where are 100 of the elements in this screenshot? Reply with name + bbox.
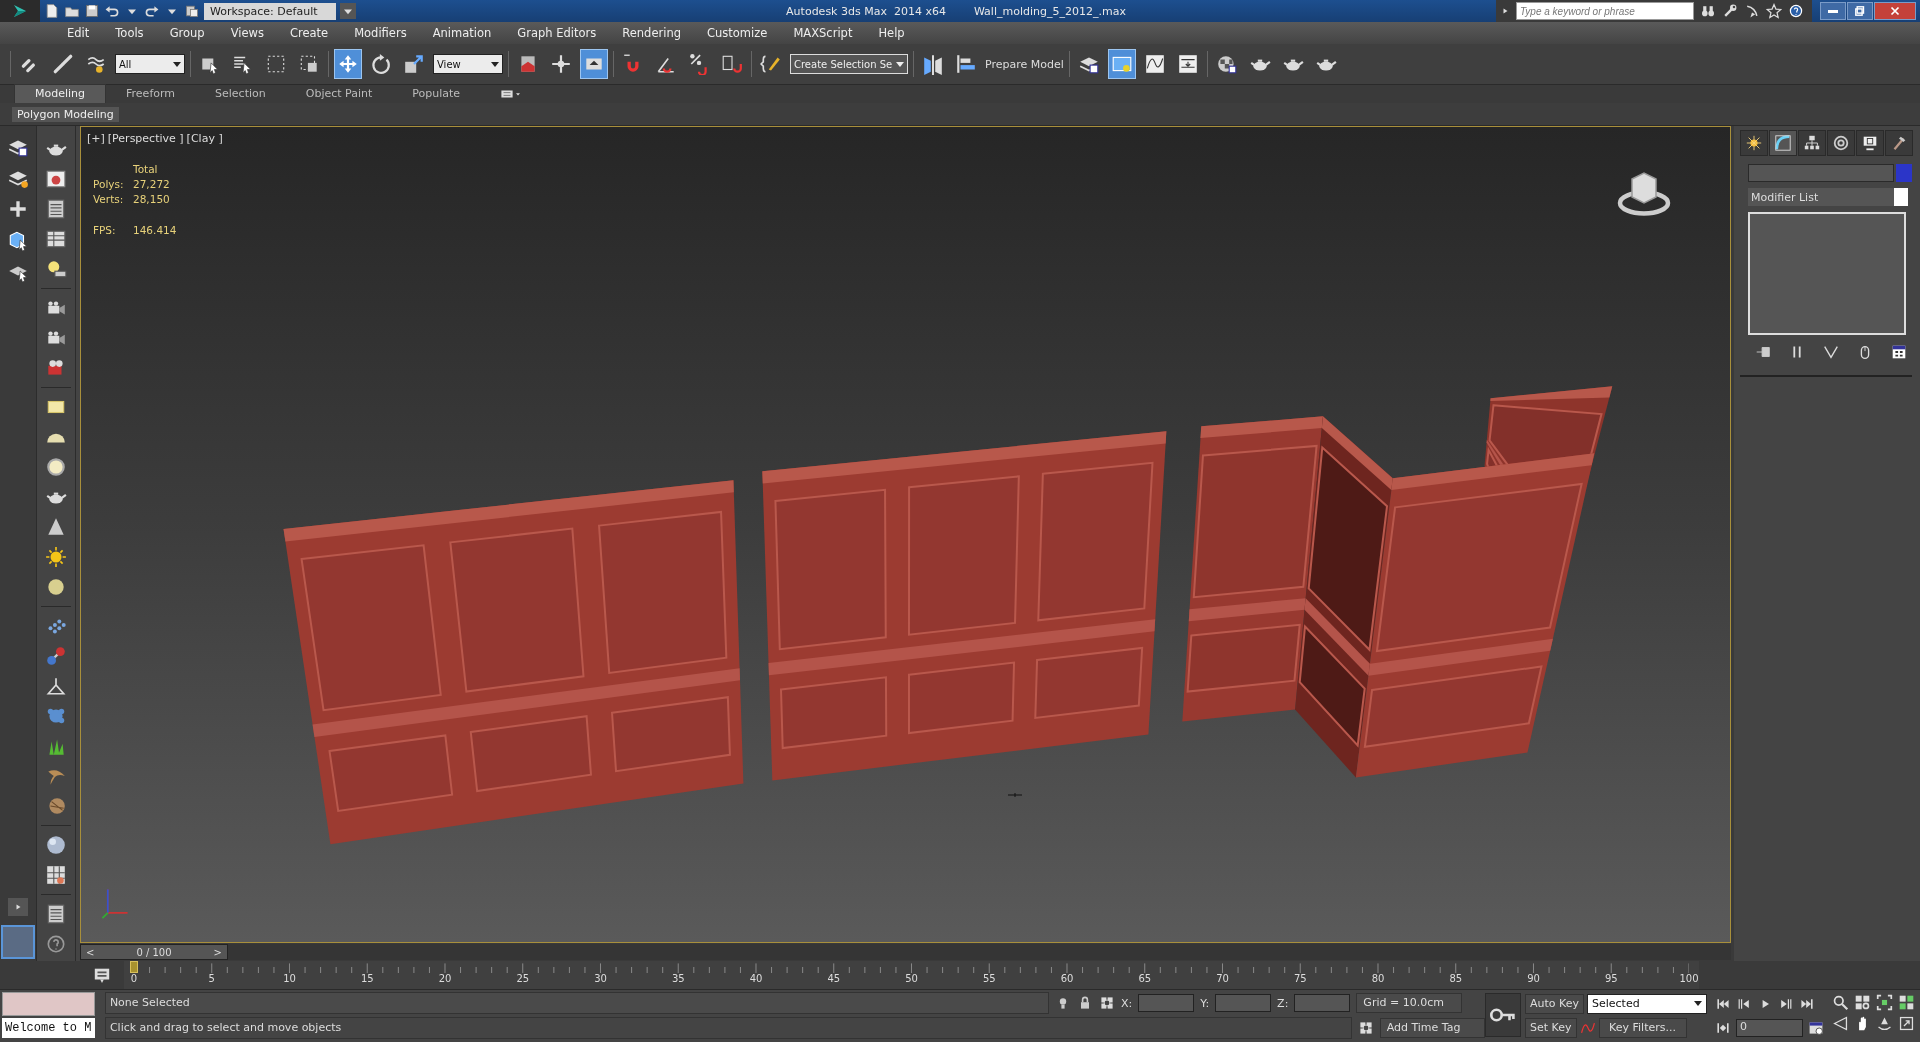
set-key-button[interactable]: Set Key — [1525, 1017, 1577, 1038]
zoom-extents-all-icon[interactable] — [1898, 994, 1915, 1011]
modifier-list-dropdown[interactable]: Modifier List — [1748, 188, 1908, 206]
ribbon-tab[interactable]: Freeform — [106, 85, 196, 103]
sphere-icon[interactable] — [45, 576, 67, 598]
dropdown[interactable]: Create Selection Se — [790, 54, 908, 74]
menu-item[interactable]: Tools — [102, 26, 157, 40]
frame-field[interactable]: 0 — [1736, 1019, 1803, 1037]
coordinate-field[interactable] — [1138, 994, 1195, 1012]
go-to-start-icon[interactable] — [1715, 996, 1731, 1012]
wrench-icon[interactable] — [1722, 3, 1738, 19]
menu-item[interactable]: Help — [865, 26, 918, 40]
ribbon-tab[interactable]: Populate — [392, 85, 481, 103]
time-configuration-icon[interactable] — [1808, 1020, 1824, 1036]
dropdown[interactable]: View — [433, 54, 503, 74]
panel-tab[interactable] — [1769, 130, 1797, 156]
redo-icon[interactable] — [144, 3, 160, 19]
menu-item[interactable]: Animation — [419, 26, 505, 40]
grid-icon[interactable] — [45, 864, 67, 886]
ribbon-tab[interactable]: Modeling — [14, 84, 107, 104]
coordinate-field[interactable] — [1215, 994, 1272, 1012]
viewport-thumbnail[interactable] — [1, 925, 35, 959]
render-frame-icon[interactable] — [45, 168, 67, 190]
zoom-all-icon[interactable] — [1854, 994, 1871, 1011]
menu-item[interactable]: Modifiers — [341, 26, 420, 40]
dropdown[interactable]: All — [115, 54, 185, 74]
prepare-model-label[interactable]: Prepare Model — [985, 57, 1064, 71]
keyboard-shortcut-button[interactable] — [580, 49, 608, 79]
scene-explorer-button[interactable] — [1107, 49, 1136, 79]
listener-field[interactable] — [2, 992, 95, 1016]
panel-tab[interactable] — [1798, 130, 1826, 156]
menu-item[interactable]: Create — [276, 26, 342, 40]
panel-window-icon[interactable] — [45, 903, 67, 925]
panel-tab[interactable] — [1856, 130, 1884, 156]
panel-tab[interactable] — [1885, 130, 1913, 156]
workspace-dropdown[interactable]: Workspace: Default — [204, 2, 336, 20]
viewport[interactable]: [+] [Perspective ] [Clay ] Total Polys: 27,272 Verts: 28,150 FPS: 146.414 — [80, 126, 1731, 943]
transform-mode-icon[interactable] — [1098, 995, 1115, 1011]
app-logo[interactable] — [0, 0, 40, 22]
new-file-icon[interactable] — [44, 3, 60, 19]
set-key-button[interactable] — [1484, 993, 1521, 1037]
ribbon-tab[interactable]: Selection — [195, 85, 286, 103]
coordinate-field[interactable] — [1294, 994, 1351, 1012]
close-button[interactable] — [1874, 2, 1916, 20]
color-swatch[interactable] — [1896, 164, 1912, 182]
configure-sets-icon[interactable] — [1890, 343, 1908, 361]
maximize-button[interactable] — [1847, 2, 1873, 20]
key-mode-dropdown[interactable]: Selected — [1587, 993, 1707, 1014]
field-of-view-icon[interactable] — [1832, 1015, 1849, 1032]
orbit-icon[interactable] — [1876, 1015, 1893, 1032]
menu-item[interactable]: Group — [156, 26, 218, 40]
menu-item[interactable]: Graph Editors — [504, 26, 610, 40]
menu-item[interactable]: Edit — [54, 26, 103, 40]
time-slider[interactable]: < 0 / 100 > — [80, 944, 1731, 960]
menu-item[interactable]: Views — [217, 26, 277, 40]
sphere-icon[interactable] — [45, 834, 67, 856]
maximize-viewport-icon[interactable] — [1898, 1015, 1915, 1032]
sun-icon[interactable] — [45, 546, 67, 568]
select-object-icon[interactable] — [7, 229, 29, 251]
project-icon[interactable] — [184, 3, 200, 19]
menu-item[interactable]: Rendering — [609, 26, 694, 40]
ribbon-tab[interactable]: Object Paint — [285, 85, 393, 103]
time-slider-thumb[interactable]: < 0 / 100 > — [80, 944, 228, 960]
previous-frame-icon[interactable] — [1736, 996, 1752, 1012]
minimize-button[interactable] — [1820, 2, 1846, 20]
undo-icon[interactable] — [104, 3, 120, 19]
help-icon[interactable] — [1788, 3, 1804, 19]
name-field[interactable] — [1748, 164, 1894, 182]
caret-icon[interactable] — [340, 3, 356, 19]
auto-key-button[interactable]: Auto Key — [1525, 993, 1584, 1014]
move-button[interactable] — [334, 49, 362, 79]
expand-button[interactable] — [8, 898, 28, 916]
panel-title[interactable]: Polygon Modeling — [12, 106, 119, 122]
save-icon[interactable] — [84, 3, 100, 19]
light-lister-icon[interactable] — [45, 258, 67, 280]
add-time-tag-button[interactable]: Add Time Tag — [1379, 1018, 1485, 1038]
panel-tab[interactable] — [1740, 130, 1768, 156]
modifier-stack[interactable] — [1748, 212, 1906, 335]
key-mode-icon[interactable] — [1715, 1020, 1731, 1036]
key-filters-button[interactable]: Key Filters... — [1598, 1017, 1687, 1038]
cone-icon[interactable] — [45, 516, 67, 538]
next-frame-button[interactable]: > — [211, 946, 224, 958]
plus-icon[interactable] — [7, 198, 29, 220]
zoom-icon[interactable] — [1832, 994, 1849, 1011]
expand-icon[interactable] — [1500, 6, 1510, 16]
disc-icon[interactable] — [45, 456, 67, 478]
star-icon[interactable] — [1766, 3, 1782, 19]
track-bar[interactable]: 0 5 10 15 20 25 30 35 40 45 50 55 60 65 70 75 80 85 90 95 100 — [124, 961, 1699, 989]
previous-frame-button[interactable]: < — [84, 946, 97, 958]
menu-item[interactable]: MAXScript — [780, 26, 866, 40]
search-field[interactable]: Type a keyword or phrase — [1516, 2, 1694, 20]
viewport-label[interactable]: [+] — [87, 132, 105, 145]
table-icon[interactable] — [45, 228, 67, 250]
panel-window-icon[interactable] — [45, 198, 67, 220]
panel-tab[interactable] — [1827, 130, 1855, 156]
zoom-extents-icon[interactable] — [1876, 994, 1893, 1011]
next-frame-icon[interactable] — [1778, 996, 1794, 1012]
listener-output[interactable]: Welcome to M — [2, 1018, 95, 1038]
viewport-label[interactable]: [Perspective ] — [107, 132, 184, 145]
binoculars-icon[interactable] — [1700, 3, 1716, 19]
